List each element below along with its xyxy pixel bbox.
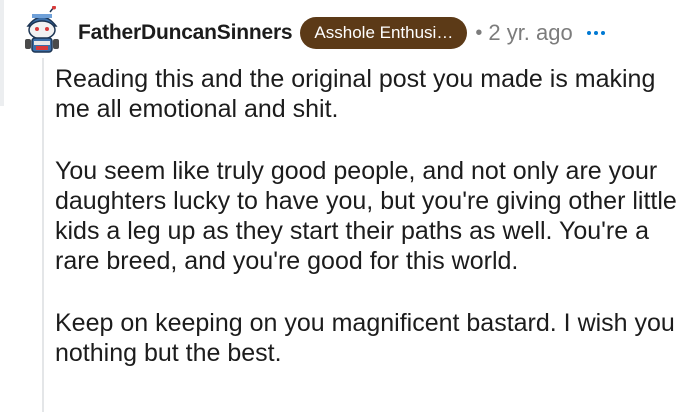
more-horizontal-icon xyxy=(586,31,591,35)
comment-paragraph: You seem like truly good people, and not… xyxy=(55,157,677,275)
user-flair: Asshole Enthusi… xyxy=(300,17,468,49)
comment-paragraph: Keep on keeping on you magnificent basta… xyxy=(55,309,675,367)
avatar[interactable] xyxy=(20,5,64,54)
comment-paragraph: Reading this and the original post you m… xyxy=(55,65,656,123)
username-link[interactable]: FatherDuncanSinners xyxy=(78,21,293,45)
left-edge-marker xyxy=(0,0,4,106)
comment-body: Reading this and the original post you m… xyxy=(55,64,685,368)
comment-header: FatherDuncanSinners Asshole Enthusi… • 2… xyxy=(78,14,605,52)
more-horizontal-icon xyxy=(600,31,605,35)
more-options-button[interactable] xyxy=(586,23,605,43)
thread-line[interactable] xyxy=(42,58,44,412)
comment-age[interactable]: 2 yr. ago xyxy=(488,20,572,46)
snoo-avatar-icon xyxy=(25,5,59,53)
separator-dot: • xyxy=(475,21,483,44)
more-horizontal-icon xyxy=(593,31,598,35)
